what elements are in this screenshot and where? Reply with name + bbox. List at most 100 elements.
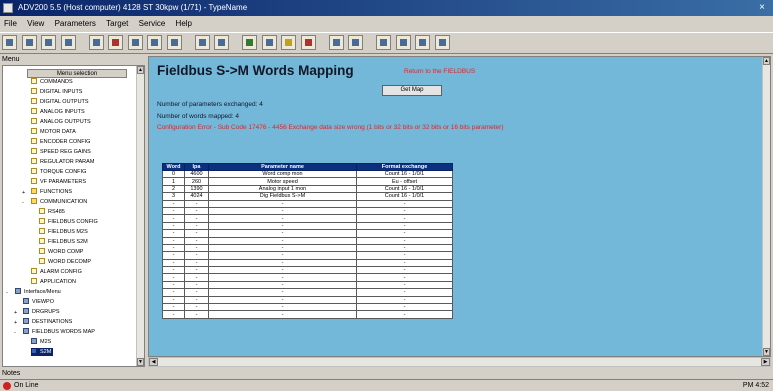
table-row[interactable]: 3 4024 Dig Fieldbus S->M Count 16 - 1/0/1 — [162, 192, 453, 201]
edit-icon[interactable] — [214, 35, 230, 50]
scroll-down-icon[interactable]: ▼ — [137, 358, 144, 366]
menu-view[interactable]: View — [23, 17, 48, 31]
table-row[interactable]: ---- — [162, 229, 453, 238]
tree-scrollbar[interactable]: ▲ ▼ — [136, 66, 144, 366]
menu-file[interactable]: File — [0, 17, 21, 31]
table-row[interactable]: ---- — [162, 266, 453, 275]
stop-icon[interactable] — [108, 35, 124, 50]
connect-icon[interactable] — [242, 35, 258, 50]
alarm-icon[interactable] — [300, 35, 316, 50]
download-icon[interactable] — [127, 35, 143, 50]
toolbar-separator — [234, 35, 238, 50]
scroll-down-icon[interactable]: ▼ — [763, 348, 770, 356]
table-row[interactable]: ---- — [162, 251, 453, 260]
tree-item-communication[interactable]: COMMUNICATION — [31, 198, 87, 206]
scroll-right-icon[interactable]: ▶ — [761, 358, 770, 366]
graph-icon[interactable] — [281, 35, 297, 50]
expand-icon[interactable]: + — [14, 319, 17, 327]
parameter-icon[interactable] — [194, 35, 210, 50]
table-row[interactable]: ---- — [162, 280, 453, 290]
table-cell: Analog input 1 mon — [208, 184, 357, 194]
table-row[interactable]: 0 4600 Word comp mon Count 16 - 1/0/1 — [162, 169, 453, 179]
compare-icon[interactable] — [166, 35, 182, 50]
tree-item-torque-config[interactable]: TORQUE CONFIG — [31, 168, 86, 176]
tree-item-s2m[interactable]: S2M — [31, 348, 54, 356]
help-icon[interactable] — [434, 35, 450, 50]
tree-item-m2s[interactable]: M2S — [31, 338, 51, 346]
table-row[interactable]: ---- — [162, 206, 453, 216]
document-icon — [31, 128, 37, 134]
tree-item-digital-inputs[interactable]: DIGITAL INPUTS — [31, 88, 82, 96]
layout-icon[interactable] — [395, 35, 411, 50]
table-row[interactable]: ---- — [162, 214, 453, 223]
tree-item-interface-menu[interactable]: Interface/Menu — [15, 288, 61, 296]
close-icon[interactable]: × — [755, 2, 769, 14]
table-row[interactable]: 1 260 Motor speed Eu - offset — [162, 177, 453, 186]
expand-icon[interactable]: + — [22, 189, 25, 197]
table-row[interactable]: ---- — [162, 199, 453, 208]
save-icon[interactable] — [41, 35, 57, 50]
tree-item-regulator-param[interactable]: REGULATOR PARAM — [31, 158, 94, 166]
collapse-icon[interactable]: - — [14, 329, 16, 337]
tree-item-viewpo[interactable]: VIEWPO — [23, 298, 54, 306]
return-link[interactable]: Return to the FIELDBUS — [404, 68, 475, 75]
open-icon[interactable] — [21, 35, 37, 50]
get-map-button[interactable]: Get Map — [382, 85, 442, 96]
table-row[interactable]: ---- — [162, 295, 453, 305]
scroll-up-icon[interactable]: ▲ — [763, 57, 770, 65]
menu-service[interactable]: Service — [135, 17, 170, 31]
tree-item-functions[interactable]: FUNCTIONS — [31, 188, 72, 196]
menu-parameters[interactable]: Parameters — [51, 17, 100, 31]
expand-icon[interactable]: + — [14, 309, 17, 317]
table-row[interactable]: ---- — [162, 258, 453, 268]
tree-item-fieldbus-config[interactable]: FIELDBUS CONFIG — [39, 218, 98, 226]
monitor-icon[interactable] — [261, 35, 277, 50]
tree-item-rs485[interactable]: RS485 — [39, 208, 65, 216]
new-icon[interactable] — [2, 35, 17, 50]
collapse-icon[interactable]: - — [22, 199, 24, 207]
tree-item-alarm-config[interactable]: ALARM CONFIG — [31, 268, 82, 276]
print-icon[interactable] — [60, 35, 76, 50]
collapse-icon[interactable]: - — [6, 289, 8, 297]
table-row[interactable]: ---- — [162, 243, 453, 253]
horizontal-scrollbar[interactable]: ◀ ▶ — [148, 357, 771, 367]
tree-item-motor-data[interactable]: MOTOR DATA — [31, 128, 76, 136]
table-cell: 4024 — [184, 192, 209, 201]
table-row[interactable]: ---- — [162, 221, 453, 231]
scroll-left-icon[interactable]: ◀ — [149, 358, 158, 366]
tree-item-analog-inputs[interactable]: ANALOG INPUTS — [31, 108, 85, 116]
tile-icon[interactable] — [415, 35, 431, 50]
table-cell: 260 — [184, 177, 209, 186]
table-row[interactable]: ---- — [162, 303, 453, 312]
tree-item-commands[interactable]: COMMANDS — [31, 78, 73, 86]
tree-item-analog-outputs[interactable]: ANALOG OUTPUTS — [31, 118, 91, 126]
tree-item-destinations[interactable]: DESTINATIONS — [23, 318, 72, 326]
content-scrollbar[interactable]: ▲ ▼ — [762, 57, 770, 356]
find-icon[interactable] — [328, 35, 344, 50]
table-row[interactable]: ---- — [162, 310, 453, 319]
tree-item-digital-outputs[interactable]: DIGITAL OUTPUTS — [31, 98, 89, 106]
tree-item-word-decomp[interactable]: WORD DECOMP — [39, 258, 91, 266]
tree-item-drgrups[interactable]: DRGRUPS — [23, 308, 60, 316]
menu-help[interactable]: Help — [172, 17, 196, 31]
upload-icon[interactable] — [147, 35, 163, 50]
tree-item-fieldbus-s2m[interactable]: FIELDBUS S2M — [39, 238, 88, 246]
tree-item-fieldbus-words-map[interactable]: FIELDBUS WORDS MAP — [23, 328, 95, 336]
table-row[interactable]: ---- — [162, 273, 453, 282]
table-row[interactable]: 2 1390 Analog input 1 mon Count 16 - 1/0/1 — [162, 184, 453, 194]
settings-icon[interactable] — [348, 35, 364, 50]
scroll-up-icon[interactable]: ▲ — [137, 66, 144, 74]
table-row[interactable]: ---- — [162, 236, 453, 245]
table-cell: - — [184, 229, 209, 238]
tree-item-word-comp[interactable]: WORD COMP — [39, 248, 83, 256]
tree-item-vf-parameters[interactable]: VF PARAMETERS — [31, 178, 86, 186]
table-row[interactable]: ---- — [162, 288, 453, 297]
copy-icon[interactable] — [88, 35, 104, 50]
tree-item-fieldbus-m2s[interactable]: FIELDBUS M2S — [39, 228, 88, 236]
table-cell: - — [208, 251, 357, 260]
tree-item-encoder-config[interactable]: ENCODER CONFIG — [31, 138, 90, 146]
menu-target[interactable]: Target — [102, 17, 132, 31]
tree-item-application[interactable]: APPLICATION — [31, 278, 76, 286]
tree-item-speed-reg-gains[interactable]: SPEED REG GAINS — [31, 148, 91, 156]
window-icon[interactable] — [376, 35, 392, 50]
